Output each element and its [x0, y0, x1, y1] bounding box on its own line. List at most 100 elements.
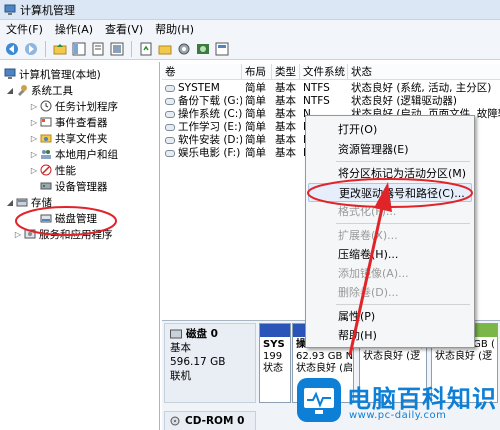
- tree-item-task-scheduler[interactable]: ▷ 任务计划程序: [30, 98, 118, 114]
- partition-status: 状态: [263, 363, 283, 374]
- event-viewer-icon: [40, 117, 52, 127]
- help-book-icon[interactable]: [214, 41, 230, 57]
- tree-item-shared-folders[interactable]: ▷ 共享文件夹: [30, 130, 108, 146]
- settings-icon[interactable]: [176, 41, 192, 57]
- tree-item-local-users[interactable]: ▷ 本地用户和组: [30, 146, 118, 162]
- back-arrow-icon[interactable]: [4, 41, 20, 57]
- toolbar-separator: [131, 40, 132, 57]
- volume-icon: [165, 150, 175, 157]
- tree-label: 共享文件夹: [55, 132, 108, 145]
- shared-folder-icon: [40, 134, 52, 143]
- users-icon: [41, 150, 51, 159]
- column-status[interactable]: 状态: [348, 64, 500, 80]
- cell-status: 状态良好 (系统, 活动, 主分区): [351, 82, 492, 94]
- volume-icon: [165, 111, 175, 118]
- cell-volume: 操作系统 (C:): [178, 108, 242, 120]
- collapse-arrow-icon[interactable]: ▷: [30, 150, 38, 159]
- cell-type: 基本: [275, 134, 296, 146]
- watermark-text: 电脑百科知识: [347, 385, 497, 413]
- table-row[interactable]: SYSTEM 简单 基本 NTFS 状态良好 (系统, 活动, 主分区): [162, 82, 500, 95]
- toolbar-separator: [45, 40, 46, 57]
- menu-item-open[interactable]: 打开(O): [308, 120, 472, 139]
- expand-arrow-icon[interactable]: ◢: [6, 198, 14, 207]
- cell-layout: 简单: [245, 121, 266, 133]
- column-layout[interactable]: 布局: [242, 64, 272, 80]
- help-icon[interactable]: [109, 41, 125, 57]
- expand-arrow-icon[interactable]: ◢: [6, 86, 14, 95]
- menu-separator: [336, 161, 470, 162]
- column-volume[interactable]: 卷: [162, 64, 242, 80]
- column-filesystem[interactable]: 文件系统: [300, 64, 348, 80]
- collapse-arrow-icon[interactable]: ▷: [30, 166, 38, 175]
- properties-icon[interactable]: [90, 41, 106, 57]
- disk-status: 联机: [170, 370, 191, 382]
- collapse-arrow-icon[interactable]: ▷: [30, 134, 38, 143]
- tree-label: 设备管理器: [55, 180, 108, 193]
- tree-item-root[interactable]: 计算机管理(本地): [4, 66, 101, 82]
- menu-action[interactable]: 操作(A): [55, 21, 93, 37]
- cell-volume: 工作学习 (E:): [178, 121, 242, 133]
- cell-layout: 简单: [245, 108, 266, 120]
- tree-label: 事件查看器: [55, 116, 108, 129]
- device-manager-icon: [40, 182, 52, 190]
- column-type[interactable]: 类型: [272, 64, 300, 80]
- table-row[interactable]: 备份下载 (G:) 简单 基本 NTFS 状态良好 (逻辑驱动器): [162, 95, 500, 108]
- disk-name: 磁盘 0: [186, 328, 218, 340]
- menu-help[interactable]: 帮助(H): [155, 21, 194, 37]
- forward-arrow-icon[interactable]: [23, 41, 39, 57]
- tree-label: 任务计划程序: [55, 100, 118, 113]
- partition-system[interactable]: SYS 199 状态: [259, 323, 291, 403]
- show-tree-icon[interactable]: [71, 41, 87, 57]
- tree-label: 性能: [55, 164, 76, 177]
- collapse-arrow-icon[interactable]: ▷: [30, 118, 38, 127]
- cell-type: 基本: [275, 82, 296, 94]
- cell-layout: 简单: [245, 82, 266, 94]
- cell-filesystem: NTFS: [303, 95, 330, 107]
- tree-item-performance[interactable]: ▷ 性能: [30, 162, 76, 178]
- monitor-logo-icon: [297, 378, 341, 422]
- highlight-oval: [15, 206, 117, 236]
- disk-0-info[interactable]: 磁盘 0 基本 596.17 GB 联机: [164, 323, 256, 403]
- computer-management-icon: [4, 4, 16, 15]
- partition-size: 199: [263, 351, 283, 362]
- menu-item-explorer[interactable]: 资源管理器(E): [308, 140, 472, 159]
- cell-layout: 简单: [245, 134, 266, 146]
- toolbar: [0, 38, 500, 60]
- cell-volume: SYSTEM: [178, 82, 220, 94]
- window-title: 计算机管理: [20, 3, 75, 17]
- navigation-tree: 计算机管理(本地) ◢ 系统工具 ▷ 任务计划程序 ▷ 事件查看器 ▷ 共享文件…: [0, 62, 160, 430]
- disk-type: 基本: [170, 342, 191, 354]
- cell-status: 状态良好 (逻辑驱动器): [351, 95, 458, 107]
- tree-item-event-viewer[interactable]: ▷ 事件查看器: [30, 114, 108, 130]
- tree-item-system-tools[interactable]: ◢ 系统工具: [6, 82, 73, 98]
- refresh-icon[interactable]: [138, 41, 154, 57]
- red-arrow-icon: [348, 182, 392, 356]
- volume-icon: [165, 137, 175, 144]
- tree-label: 计算机管理(本地): [19, 68, 101, 81]
- cell-volume: 娱乐电影 (F:): [178, 147, 241, 159]
- up-folder-icon[interactable]: [52, 41, 68, 57]
- cdrom-info[interactable]: CD-ROM 0: [164, 411, 256, 430]
- zoom-icon[interactable]: [195, 41, 211, 57]
- collapse-arrow-icon[interactable]: ▷: [30, 102, 38, 111]
- partition-bar: [260, 324, 290, 337]
- watermark-url: www.pc-daily.com: [349, 410, 447, 421]
- tools-icon: [18, 85, 27, 96]
- menu-bar: 文件(F) 操作(A) 查看(V) 帮助(H): [0, 20, 500, 38]
- tree-label: 系统工具: [31, 84, 73, 97]
- partition-name: SYS: [263, 339, 285, 350]
- menu-view[interactable]: 查看(V): [105, 21, 143, 37]
- clock-icon: [40, 100, 52, 112]
- volume-icon: [165, 124, 175, 131]
- performance-icon: [40, 164, 52, 176]
- menu-file[interactable]: 文件(F): [6, 21, 43, 37]
- tree-item-device-manager[interactable]: 设备管理器: [40, 178, 108, 194]
- open-folder-icon[interactable]: [157, 41, 173, 57]
- title-bar: 计算机管理: [0, 0, 500, 20]
- tree-label: 本地用户和组: [55, 148, 118, 161]
- cell-layout: 简单: [245, 95, 266, 107]
- volume-icon: [165, 98, 175, 105]
- cdrom-icon: [170, 416, 180, 426]
- cell-type: 基本: [275, 95, 296, 107]
- cdrom-name: CD-ROM 0: [185, 415, 245, 427]
